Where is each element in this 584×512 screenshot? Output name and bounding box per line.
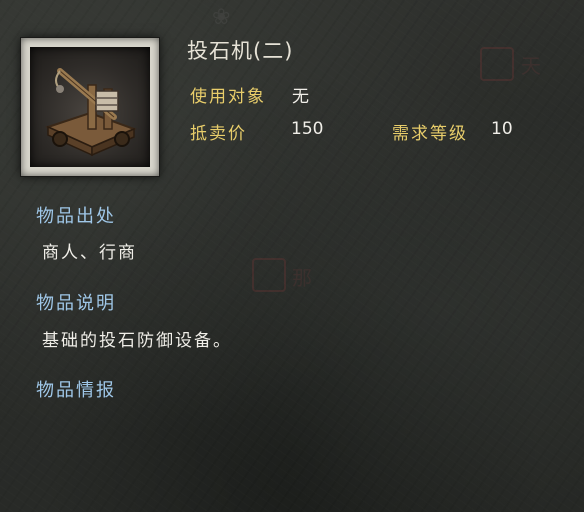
target-value: 无 <box>292 87 309 107</box>
item-name: 投石机(二) <box>187 39 294 63</box>
description-text: 基础的投石防御设备。 <box>42 331 232 351</box>
target-label: 使用对象 <box>190 87 266 107</box>
level-label: 需求等级 <box>392 124 468 144</box>
price-value: 150 <box>291 119 324 139</box>
item-tooltip-panel: 天 那 ❀ 投石机(二) 使用对象 无 抵卖价 150 需求等级 10 物品出处… <box>0 0 584 512</box>
catapult-icon <box>30 47 150 167</box>
price-label: 抵卖价 <box>190 124 247 144</box>
item-icon-frame <box>21 38 159 176</box>
source-text: 商人、行商 <box>42 243 137 263</box>
source-heading: 物品出处 <box>36 206 116 227</box>
intel-heading: 物品情报 <box>36 380 116 401</box>
level-value: 10 <box>491 119 513 139</box>
description-heading: 物品说明 <box>36 293 116 314</box>
